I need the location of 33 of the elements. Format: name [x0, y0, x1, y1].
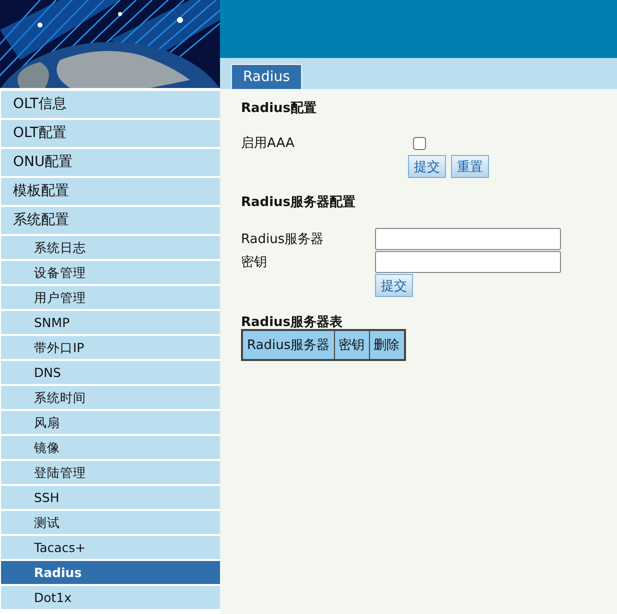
sidebar-item[interactable]: 模板配置 [1, 178, 220, 205]
input-field[interactable] [375, 228, 561, 250]
sidebar-subitem[interactable]: DNS [1, 361, 220, 384]
checkbox[interactable] [413, 136, 426, 150]
sidebar-subitem[interactable]: Tacacs+ [1, 536, 220, 559]
form-button[interactable]: 提交 [375, 274, 413, 297]
sidebar-subitem[interactable]: 风扇 [1, 411, 220, 434]
sidebar-item[interactable]: ONU配置 [1, 149, 220, 176]
sidebar-subitem[interactable]: 测试 [1, 511, 220, 534]
input-field[interactable] [375, 250, 561, 272]
tab[interactable]: Radius [231, 64, 302, 89]
sidebar-item[interactable]: 系统配置 [1, 207, 220, 234]
sidebar-subitem[interactable]: 登陆管理 [1, 461, 220, 484]
sidebar-subitem[interactable]: 设备管理 [1, 261, 220, 284]
sidebar-subitem[interactable]: Radius [1, 561, 220, 584]
section-title: Radius服务器配置 [241, 194, 357, 212]
sidebar-subitem[interactable]: SSH [1, 486, 220, 509]
field-label: Radius服务器 [241, 230, 325, 248]
field-label: 密钥 [241, 254, 268, 270]
sidebar-subitem[interactable]: 用户管理 [1, 286, 220, 309]
sidebar-subitem[interactable]: Dot1x [1, 586, 220, 609]
form-button[interactable]: 重置 [451, 155, 489, 178]
sidebar-item[interactable]: OLT信息 [1, 91, 220, 118]
sidebar-subitem[interactable]: 系统时间 [1, 386, 220, 409]
form-button[interactable]: 提交 [408, 155, 446, 178]
sidebar-subitem[interactable]: 系统日志 [1, 236, 220, 259]
table-title: Radius服务器表 [241, 314, 344, 329]
field-label: 启用AAA [241, 135, 296, 152]
sidebar-item[interactable]: OLT配置 [1, 120, 220, 147]
sidebar-subitem[interactable]: SNMP [1, 311, 220, 334]
section-title: Radius配置 [241, 100, 318, 118]
sidebar-subitem[interactable]: 带外口IP [1, 336, 220, 359]
sidebar-subitem[interactable]: 镜像 [1, 436, 220, 459]
